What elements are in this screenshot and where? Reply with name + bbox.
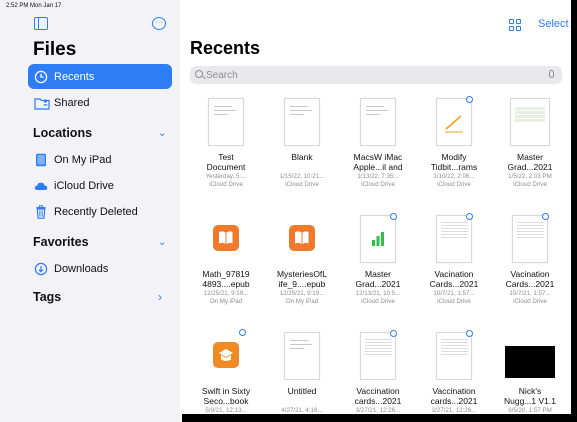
drawing-thumbnail <box>436 96 473 146</box>
status-date: Mon Jan 17 <box>30 3 62 9</box>
page-title: Files <box>33 39 77 60</box>
page-title: Recents <box>190 38 261 58</box>
file-date: 10/7/21, 1:57... <box>509 290 551 297</box>
file-name: Vacination Cards...2021 <box>505 269 555 289</box>
clock-icon <box>34 70 48 84</box>
form-thumbnail <box>360 330 397 380</box>
sidebar-item-label: Recently Deleted <box>54 205 138 218</box>
grid-view-icon[interactable] <box>509 19 521 31</box>
file-name: Vaccination cards...2021 <box>430 386 478 406</box>
locations-header[interactable]: Locations <box>33 126 92 140</box>
form-thumbnail <box>436 330 473 380</box>
sidebar-item-label: Shared <box>54 96 90 109</box>
sidebar-item-label: Recents <box>54 70 95 83</box>
document-thumbnail <box>284 98 320 146</box>
sidebar-item-shared[interactable]: Shared <box>28 90 172 115</box>
sidebar-item-label: iCloud Drive <box>54 179 114 192</box>
sidebar-toggle-icon[interactable] <box>34 17 48 30</box>
select-button[interactable]: Select <box>538 18 569 30</box>
file-location: On My iPad <box>209 298 243 305</box>
file-date: 1/15/22, 10:21... <box>279 173 325 180</box>
file-date: 1/10/22, 2:06... <box>433 173 475 180</box>
document-thumbnail <box>505 346 555 378</box>
sidebar-item-label: Downloads <box>54 262 109 275</box>
file-date: 1/5/22, 2:03 PM <box>508 173 552 180</box>
file-location: iCloud Drive <box>361 181 395 188</box>
status-time: 2:52 PM <box>6 3 29 9</box>
trash-icon <box>34 204 48 219</box>
file-name: MacsW iMac Apple...il and <box>353 152 403 172</box>
ipad-icon <box>34 153 48 167</box>
file-name: Master Grad...2021 <box>507 152 553 172</box>
file-date: 4/27/21, 4:16... <box>281 407 323 414</box>
tags-header[interactable]: Tags <box>33 290 61 304</box>
sidebar: 2:52 PM Mon Jan 17 ··· Files Recents Sha… <box>0 0 180 422</box>
swift-book-icon <box>208 329 246 380</box>
file-name: MysteriesOfL ife_9....epub <box>276 269 328 289</box>
chevron-down-icon[interactable]: ⌄ <box>158 128 166 139</box>
file-date: 1/13/22, 7:35... <box>357 173 399 180</box>
file-name: Nick's Nugg...1 V1.1 <box>504 386 556 406</box>
status-bar: 2:52 PM Mon Jan 17 <box>6 3 61 9</box>
file-date: 5/9/21, 12:13... <box>205 407 247 414</box>
file-date: Yesterday, 5:... <box>205 173 247 180</box>
file-date: 3/27/21, 12:26... <box>355 407 401 414</box>
file-location: iCloud Drive <box>437 181 471 188</box>
microphone-icon[interactable] <box>549 70 554 78</box>
form-thumbnail <box>436 213 473 263</box>
file-date: 12/25/21, 9:19... <box>279 290 325 297</box>
file-name: Master Grad...2021 <box>355 269 401 289</box>
file-date: 10/7/21, 1:57... <box>433 290 475 297</box>
chevron-right-icon[interactable]: › <box>158 290 162 304</box>
file-name: Math_97819 4893....epub <box>202 269 250 289</box>
sidebar-item-recently-deleted[interactable]: Recently Deleted <box>28 199 172 224</box>
file-location: iCloud Drive <box>209 181 243 188</box>
form-thumbnail <box>512 213 549 263</box>
file-location: iCloud Drive <box>437 298 471 305</box>
file-location: iCloud Drive <box>361 298 395 305</box>
sidebar-item-recents[interactable]: Recents <box>28 64 172 89</box>
document-thumbnail <box>360 98 396 146</box>
main-panel: Select Recents TestDocumentYesterday, 5:… <box>182 0 577 422</box>
file-name: Blank <box>291 152 313 162</box>
search-bar[interactable] <box>190 66 562 84</box>
file-date: 3/27/21, 12:26... <box>431 407 477 414</box>
more-options-icon[interactable]: ··· <box>152 17 166 30</box>
book-icon <box>284 215 320 263</box>
spreadsheet-thumbnail <box>510 98 550 146</box>
sidebar-item-label: On My iPad <box>54 153 112 166</box>
download-icon <box>34 262 48 276</box>
sidebar-item-downloads[interactable]: Downloads <box>28 256 172 281</box>
file-name: Vacination Cards...2021 <box>429 269 479 289</box>
file-name: Test Document <box>206 152 246 172</box>
favorites-header[interactable]: Favorites <box>33 235 89 249</box>
book-icon <box>208 215 244 263</box>
file-name: Untitled <box>287 386 317 396</box>
file-date: 12/25/21, 9:19... <box>203 290 249 297</box>
spreadsheet-thumbnail <box>360 213 397 263</box>
sidebar-item-on-my-ipad[interactable]: On My iPad <box>28 147 172 172</box>
file-location: iCloud Drive <box>285 181 319 188</box>
file-date: 12/13/21, 10:5... <box>355 290 401 297</box>
file-location: On My iPad <box>285 298 319 305</box>
search-icon <box>195 70 203 78</box>
chevron-down-icon[interactable]: ⌄ <box>158 237 166 248</box>
icloud-icon <box>34 179 48 193</box>
file-name: Vaccination cards...2021 <box>354 386 402 406</box>
shared-folder-icon <box>34 96 50 110</box>
document-thumbnail <box>284 332 320 380</box>
file-name: Swift in Sixty Seco...book <box>201 386 251 406</box>
file-location: iCloud Drive <box>513 181 547 188</box>
search-input[interactable] <box>206 66 536 84</box>
sidebar-item-icloud-drive[interactable]: iCloud Drive <box>28 173 172 198</box>
file-name: Modify Tidbit...rams <box>430 152 478 172</box>
file-location: iCloud Drive <box>513 298 547 305</box>
recents-view: Select Recents TestDocumentYesterday, 5:… <box>182 0 571 414</box>
file-date: 9/5/20, 1:57 PM <box>508 407 552 414</box>
document-thumbnail <box>208 98 244 146</box>
